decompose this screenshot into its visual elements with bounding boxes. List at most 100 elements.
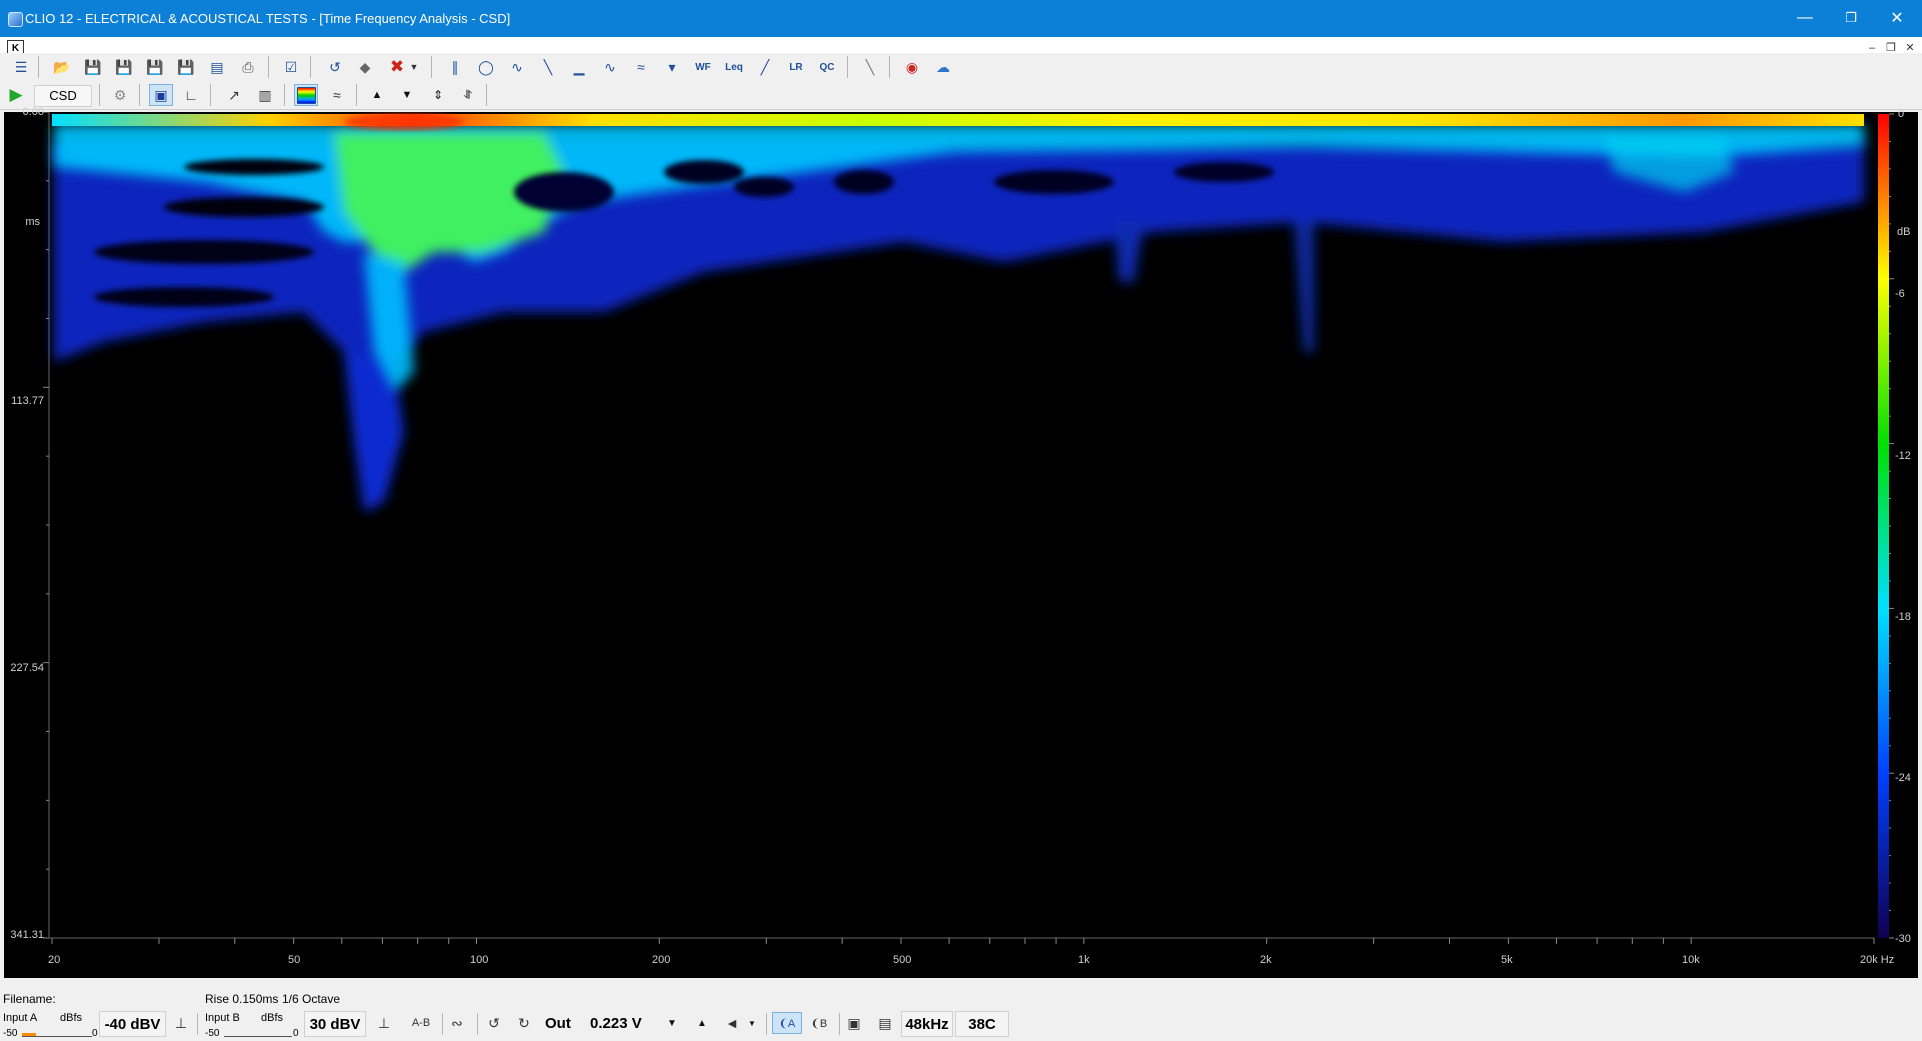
color-scale-icon — [296, 86, 316, 104]
multimeter-button[interactable]: ∥ — [443, 56, 467, 78]
analysis-mode-label[interactable]: CSD — [34, 85, 92, 107]
sinusoidal-button[interactable]: ▁ — [567, 56, 591, 78]
sine-button[interactable]: ∿ — [598, 56, 622, 78]
toolbar-separator — [210, 84, 211, 106]
x-tick-label: 10k — [1682, 954, 1700, 966]
compute-button[interactable]: ↗ — [222, 84, 246, 106]
y-tick-label: 0.00 — [22, 106, 44, 118]
output-level-up[interactable]: ▲ — [690, 1012, 714, 1034]
lines-icon: ≈ — [333, 87, 341, 103]
wf-button[interactable]: WF — [691, 56, 715, 78]
speaker-button[interactable]: ◄ — [720, 1012, 744, 1034]
menu-button[interactable]: ☰ — [9, 56, 33, 78]
output-level[interactable]: 0.223 V — [590, 1015, 642, 1032]
calibration-button[interactable]: ╲ — [858, 56, 882, 78]
eraser-button[interactable]: ◆ — [353, 56, 377, 78]
output-a-button[interactable]: ↺ — [482, 1012, 506, 1034]
wave-icon: ∿ — [511, 58, 523, 75]
fft-button[interactable]: ∿ — [505, 56, 529, 78]
toolbar-separator — [268, 56, 269, 78]
open-button[interactable]: 📂 — [50, 56, 74, 78]
input-b-polarity-button[interactable]: ⊥ — [372, 1012, 396, 1034]
x-tick-label: 5k — [1501, 954, 1513, 966]
save-all-button[interactable]: 💾 — [112, 56, 136, 78]
title-bar: CLIO 12 - ELECTRICAL & ACOUSTICAL TESTS … — [0, 0, 1922, 37]
input-a-polarity-button[interactable]: ⊥ — [169, 1012, 193, 1034]
settings-button[interactable]: ⚙ — [108, 84, 132, 106]
app-icon — [8, 12, 23, 27]
waterfall-style-button[interactable]: ≈ — [325, 84, 349, 106]
input-b-min: -50 — [205, 1028, 220, 1039]
spectrogram[interactable] — [4, 112, 1918, 978]
scale-up-button[interactable]: ▲ — [365, 84, 389, 106]
linearity-button[interactable]: ╱ — [753, 56, 777, 78]
toolbar-separator — [310, 56, 311, 78]
print-button[interactable]: ⎙ — [236, 56, 260, 78]
close-button[interactable]: ✕ — [1874, 4, 1920, 32]
microphone-button[interactable]: ▾ — [660, 56, 684, 78]
colorbar-unit: dB — [1897, 226, 1911, 238]
input-b-range[interactable]: 30 dBV — [304, 1011, 366, 1037]
a-minus-b-button[interactable]: A-B — [406, 1012, 436, 1034]
compress-button[interactable]: ⥯ — [456, 84, 480, 106]
phantom-icon: ⊥ — [377, 1014, 391, 1031]
restore-button[interactable]: ❐ — [1828, 4, 1874, 32]
autoscale-button[interactable]: ☑ — [279, 56, 303, 78]
output-b-button[interactable]: ↻ — [512, 1012, 536, 1034]
qc-icon: QC — [819, 61, 835, 73]
colorbar-tick-label: -24 — [1895, 772, 1911, 784]
loopback-button[interactable]: ∾ — [445, 1012, 469, 1034]
wf-icon: WF — [695, 61, 711, 73]
expand-button[interactable]: ⇕ — [426, 84, 450, 106]
notes-button[interactable]: ▤ — [205, 56, 229, 78]
save-all-icon: 💾 — [115, 58, 133, 75]
checklist-icon: ☑ — [284, 58, 298, 75]
y-tick-label: 341.31 — [10, 929, 44, 941]
scale-down-button[interactable]: ▼ — [395, 84, 419, 106]
rise-info: Rise 0.150ms — [205, 992, 279, 1006]
stop-dropdown[interactable]: ▼ — [408, 56, 420, 78]
y-axis-unit: ms — [25, 216, 40, 228]
x-tick-label: 200 — [652, 954, 671, 966]
toolbar-separator — [38, 56, 39, 78]
channel-a-button[interactable]: ❨A — [772, 1012, 802, 1034]
help-button[interactable]: ◉ — [900, 56, 924, 78]
output-level-dropdown[interactable]: ▼ — [660, 1012, 684, 1034]
csd-plot[interactable]: 0.00 ms 113.77 227.54 341.31 20 50 100 2… — [4, 106, 1918, 978]
oscilloscope-button[interactable]: ◯ — [474, 56, 498, 78]
toolbar-separator — [356, 84, 357, 106]
undo-button[interactable]: ↺ — [323, 56, 347, 78]
channel-b-button[interactable]: ❨B — [804, 1012, 834, 1034]
status-separator — [839, 1013, 840, 1035]
colorbar-tick-label: -30 — [1895, 933, 1911, 945]
waterfall-button[interactable]: ≈ — [629, 56, 653, 78]
speaker-dropdown[interactable]: ▼ — [745, 1012, 759, 1034]
filename-label: Filename: — [3, 992, 56, 1006]
go-button[interactable]: ▶ — [4, 84, 28, 106]
hardware-button[interactable]: ▤ — [873, 1012, 897, 1034]
sample-rate[interactable]: 48kHz — [901, 1011, 953, 1037]
online-help-button[interactable]: ☁ — [931, 56, 955, 78]
qc-button[interactable]: QC — [815, 56, 839, 78]
mls-button[interactable]: ╲ — [536, 56, 560, 78]
save-button[interactable]: 💾 — [81, 56, 105, 78]
toolbar-separator — [99, 84, 100, 106]
scope-icon: ◯ — [478, 58, 494, 75]
color-scale-button[interactable] — [294, 84, 318, 106]
axis-button[interactable]: ∟ — [179, 84, 203, 106]
x-tick-label: 50 — [288, 954, 301, 966]
lr-button[interactable]: LR — [784, 56, 808, 78]
io-button[interactable]: ▣ — [842, 1012, 866, 1034]
csd-view-button[interactable]: ▣ — [149, 84, 173, 106]
input-a-range[interactable]: -40 dBV — [99, 1011, 166, 1037]
export-icon: 💾 — [177, 58, 195, 75]
leq-button[interactable]: Leq — [722, 56, 746, 78]
play-icon: ▶ — [9, 85, 23, 104]
plot-button[interactable]: ▥ — [253, 84, 277, 106]
ruler-icon: ╲ — [865, 58, 875, 75]
save-picture-button[interactable]: 💾 — [143, 56, 167, 78]
minimize-button[interactable]: — — [1782, 4, 1828, 32]
octave-info: 1/6 Octave — [282, 992, 341, 1006]
stop-button[interactable]: ✖ — [385, 56, 409, 78]
export-button[interactable]: 💾 — [174, 56, 198, 78]
